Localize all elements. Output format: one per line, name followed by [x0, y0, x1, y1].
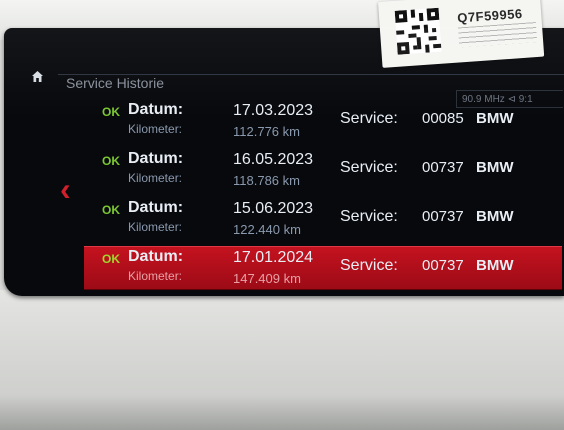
- mileage-label: Kilometer:: [128, 269, 183, 283]
- home-icon[interactable]: [31, 70, 44, 83]
- status-ok: OK: [102, 252, 120, 266]
- page-title: Service Historie: [66, 75, 165, 91]
- sticker-fine-print: [457, 22, 538, 48]
- service-code: 00737: [422, 208, 464, 225]
- date-value: 15.06.2023: [233, 200, 314, 217]
- status-ok: OK: [102, 105, 120, 119]
- service-brand: BMW: [476, 110, 514, 127]
- status-ok: OK: [102, 154, 120, 168]
- list-item[interactable]: OK Datum: 17.03.2023 Kilometer: 112.776 …: [84, 100, 562, 142]
- service-code: 00085: [422, 110, 464, 127]
- dashboard-lower-trim: [0, 395, 564, 430]
- mileage-value: 112.776 km: [233, 124, 300, 139]
- mileage-value: 118.786 km: [233, 173, 300, 188]
- service-label: Service:: [340, 110, 398, 127]
- date-label: Datum:: [128, 150, 184, 167]
- status-ok: OK: [102, 203, 120, 217]
- service-code: 00737: [422, 257, 464, 274]
- qr-code-icon: [394, 7, 442, 55]
- date-label: Datum:: [128, 199, 184, 216]
- list-item[interactable]: OK Datum: 16.05.2023 Kilometer: 118.786 …: [84, 149, 562, 191]
- mileage-value: 147.409 km: [233, 271, 301, 286]
- date-label: Datum:: [128, 248, 184, 265]
- service-sticker: Q7F59956: [378, 0, 545, 68]
- date-value: 17.01.2024: [233, 249, 314, 266]
- chevron-left-icon[interactable]: ‹: [60, 173, 71, 205]
- mileage-value: 122.440 km: [233, 222, 301, 237]
- service-brand: BMW: [476, 159, 514, 176]
- service-label: Service:: [340, 159, 398, 176]
- service-label: Service:: [340, 208, 398, 225]
- service-code: 00737: [422, 159, 464, 176]
- list-item-selected[interactable]: OK Datum: 17.01.2024 Kilometer: 147.409 …: [84, 246, 562, 290]
- sticker-code: Q7F59956: [456, 5, 524, 26]
- list-item[interactable]: OK Datum: 15.06.2023 Kilometer: 122.440 …: [84, 198, 562, 240]
- date-value: 16.05.2023: [233, 151, 314, 168]
- service-brand: BMW: [476, 257, 514, 274]
- mileage-label: Kilometer:: [128, 220, 183, 234]
- service-brand: BMW: [476, 208, 514, 225]
- mileage-label: Kilometer:: [128, 122, 183, 136]
- date-label: Datum:: [128, 101, 184, 118]
- service-label: Service:: [340, 257, 398, 274]
- mileage-label: Kilometer:: [128, 171, 183, 185]
- date-value: 17.03.2023: [233, 102, 314, 119]
